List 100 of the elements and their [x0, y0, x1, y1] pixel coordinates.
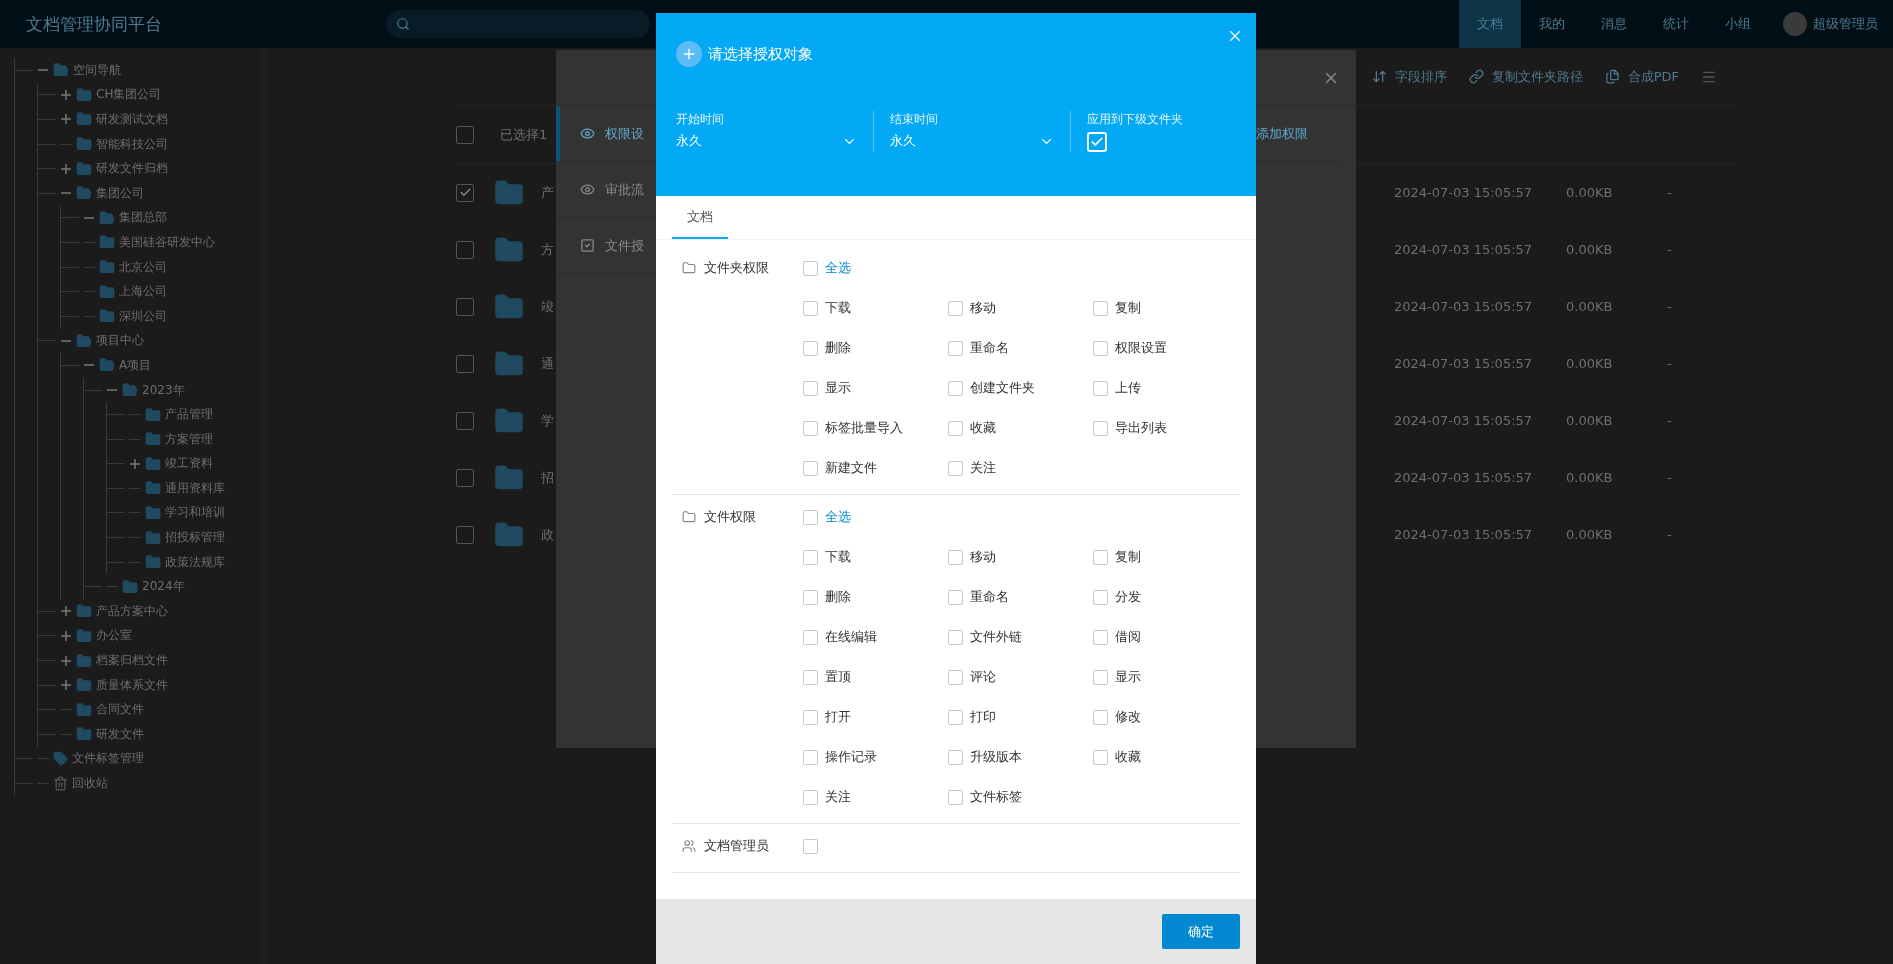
toolbar-button[interactable]: 复制文件夹路径 [1468, 67, 1583, 86]
avatar[interactable] [1783, 12, 1807, 36]
permission-option[interactable]: 重命名 [948, 577, 1093, 617]
select-all-option[interactable]: 全选 [803, 497, 1238, 537]
tree-item[interactable]: 办公室 [96, 627, 132, 645]
expand-icon[interactable] [60, 113, 72, 126]
permission-option[interactable]: 文件标签 [948, 777, 1093, 817]
tree-item[interactable]: 竣工资料 [165, 455, 213, 473]
tree-item[interactable]: CH集团公司 [96, 86, 162, 104]
permission-option[interactable]: 删除 [803, 328, 948, 368]
nav-tab[interactable]: 统计 [1645, 0, 1707, 48]
table-cell-text: - [1667, 527, 1673, 542]
permission-option[interactable]: 借阅 [1093, 617, 1238, 657]
permission-option[interactable]: 收藏 [948, 408, 1093, 448]
select-all-option[interactable]: 全选 [803, 248, 1238, 288]
permission-option[interactable]: 打开 [803, 697, 948, 737]
tree-item[interactable]: 北京公司 [119, 258, 167, 276]
tree-item[interactable]: 美国硅谷研发中心 [119, 233, 215, 251]
tree-item[interactable]: 质量体系文件 [96, 676, 168, 694]
tree-item[interactable]: 招投标管理 [165, 529, 225, 547]
expand-icon[interactable] [60, 88, 72, 101]
tree-item[interactable]: 2024年 [142, 578, 185, 596]
permission-option[interactable]: 创建文件夹 [948, 368, 1093, 408]
trash-icon [53, 776, 68, 791]
checkbox[interactable] [456, 183, 474, 202]
permission-option[interactable]: 分发 [1093, 577, 1238, 617]
permission-option[interactable]: 收藏 [1093, 737, 1238, 777]
checkbox[interactable] [456, 297, 474, 316]
permission-option[interactable]: 删除 [803, 577, 948, 617]
tree-item[interactable]: 智能科技公司 [96, 135, 168, 153]
expand-icon[interactable] [60, 679, 72, 692]
tree-item[interactable]: 产品方案中心 [96, 602, 168, 620]
plus-icon[interactable] [676, 41, 702, 67]
select-field[interactable]: 永久 [890, 132, 1054, 150]
permission-option[interactable]: 下载 [803, 288, 948, 328]
permission-option[interactable]: 权限设置 [1093, 328, 1238, 368]
permission-option[interactable]: 评论 [948, 657, 1093, 697]
permission-option[interactable]: 下载 [803, 537, 948, 577]
confirm-button[interactable]: 确定 [1162, 914, 1240, 949]
tree-item[interactable]: 合同文件 [96, 701, 144, 719]
tree-item[interactable]: 集团总部 [119, 209, 167, 227]
permission-option[interactable]: 修改 [1093, 697, 1238, 737]
tab[interactable]: 文档 [672, 196, 728, 239]
permission-option[interactable]: 标签批量导入 [803, 408, 948, 448]
permission-option[interactable]: 打印 [948, 697, 1093, 737]
toolbar-button[interactable]: 字段排序 [1371, 67, 1447, 86]
nav-tab[interactable]: 文档 [1459, 0, 1521, 48]
tree-item[interactable]: 2023年 [142, 381, 185, 399]
permission-option[interactable]: 显示 [1093, 657, 1238, 697]
tree-item[interactable]: 通用资料库 [165, 479, 225, 497]
permission-option[interactable]: 升级版本 [948, 737, 1093, 777]
user-name[interactable]: 超级管理员 [1813, 15, 1893, 33]
tree-item[interactable]: 研发文件 [96, 725, 144, 743]
expand-icon[interactable] [60, 654, 72, 667]
expand-icon[interactable] [60, 162, 72, 175]
search-field[interactable] [386, 10, 650, 38]
permission-option[interactable]: 上传 [1093, 368, 1238, 408]
permission-option[interactable]: 移动 [948, 537, 1093, 577]
nav-tab[interactable]: 我的 [1521, 0, 1583, 48]
checkbox[interactable] [456, 240, 474, 259]
permission-option[interactable]: 显示 [803, 368, 948, 408]
checkbox[interactable] [456, 125, 474, 144]
nav-tab[interactable]: 消息 [1583, 0, 1645, 48]
expand-icon[interactable] [60, 629, 72, 642]
tree-item[interactable]: 方案管理 [165, 430, 213, 448]
expand-icon[interactable] [129, 457, 141, 470]
permission-option[interactable]: 在线编辑 [803, 617, 948, 657]
permission-option[interactable]: 新建文件 [803, 448, 948, 488]
tree-item[interactable]: 回收站 [72, 775, 108, 792]
checkbox[interactable] [456, 468, 474, 487]
tree-item[interactable]: 集团公司 [96, 184, 144, 202]
tree-item[interactable]: 文件标签管理 [72, 750, 144, 768]
tree-item[interactable]: 上海公司 [119, 283, 167, 301]
permission-option[interactable]: 关注 [803, 777, 948, 817]
tree-item[interactable]: 项目中心 [96, 332, 144, 350]
permission-option[interactable]: 置顶 [803, 657, 948, 697]
checkbox[interactable] [456, 411, 474, 430]
tree-item[interactable]: 研发测试文档 [96, 111, 168, 128]
checkbox[interactable] [456, 354, 474, 373]
expand-icon[interactable] [60, 605, 72, 618]
tree-item[interactable]: 研发文件归档 [96, 160, 168, 178]
tree-item[interactable]: 档案归档文件 [96, 652, 168, 670]
tree-item[interactable]: 深圳公司 [119, 307, 167, 325]
select-field[interactable]: 永久 [676, 132, 857, 150]
tree-item[interactable]: 空间导航 [73, 61, 121, 79]
permission-option[interactable]: 移动 [948, 288, 1093, 328]
checkbox[interactable] [456, 525, 474, 544]
nav-tab[interactable]: 小组 [1707, 0, 1769, 48]
permission-option[interactable]: 复制 [1093, 537, 1238, 577]
toolbar-button[interactable]: 合成PDF [1604, 67, 1679, 86]
permission-option[interactable]: 导出列表 [1093, 408, 1238, 448]
tree-item[interactable]: 产品管理 [165, 406, 213, 424]
permission-option[interactable]: 关注 [948, 448, 1093, 488]
tree-item[interactable]: A项目 [119, 356, 152, 374]
tree-item[interactable]: 学习和培训 [165, 504, 225, 522]
tree-item[interactable]: 政策法规库 [165, 553, 225, 571]
permission-option[interactable]: 重命名 [948, 328, 1093, 368]
permission-option[interactable]: 复制 [1093, 288, 1238, 328]
permission-option[interactable]: 文件外链 [948, 617, 1093, 657]
permission-option[interactable]: 操作记录 [803, 737, 948, 777]
